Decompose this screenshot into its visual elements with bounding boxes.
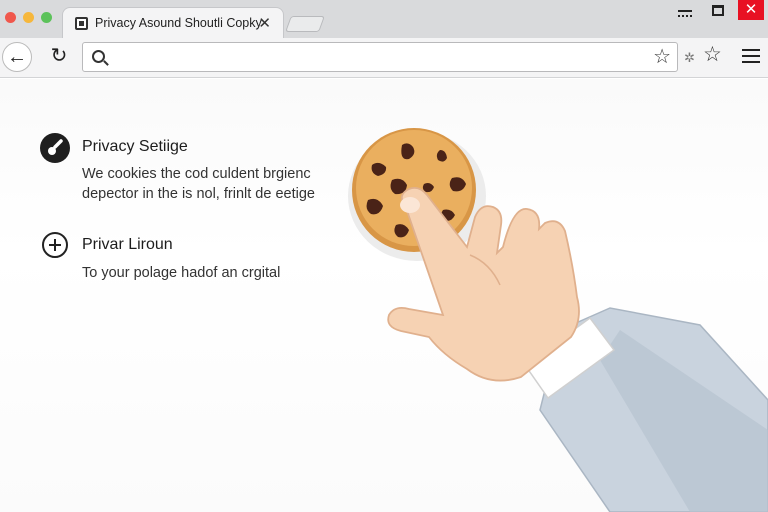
hand-illustration <box>387 186 580 382</box>
window-minimize-button[interactable] <box>676 4 694 20</box>
window-maximize-button[interactable] <box>712 5 724 16</box>
tab-title: Privacy Asound Shoutli Copky <box>95 16 262 30</box>
zoom-dot-icon[interactable] <box>41 12 52 23</box>
browser-toolbar: ← ↻ ☆ ✲ ☆ <box>0 38 768 78</box>
close-dot-icon[interactable] <box>5 12 16 23</box>
privacy-section-heading: Privar Liroun <box>82 236 173 253</box>
minimize-dot-icon[interactable] <box>23 12 34 23</box>
page-favicon-icon <box>75 17 88 30</box>
new-tab-button[interactable] <box>285 16 325 32</box>
url-input[interactable] <box>113 48 633 66</box>
browser-tab-active[interactable]: Privacy Asound Shoutli Copky ✕ <box>62 7 284 38</box>
menu-icon[interactable] <box>742 49 760 63</box>
bookmarks-star-icon[interactable]: ☆ <box>703 42 722 67</box>
plus-circle-icon[interactable] <box>42 232 68 258</box>
privacy-settings-heading: Privacy Setiige <box>82 138 188 155</box>
window-close-button[interactable]: ✕ <box>738 0 764 20</box>
extension-icon[interactable]: ✲ <box>684 50 695 66</box>
privacy-settings-text-line-1: We cookies the cod culdent brgienc <box>82 166 311 182</box>
search-icon <box>92 50 105 63</box>
cookie-hand-illustration <box>348 128 768 512</box>
key-icon <box>40 133 70 163</box>
reload-button[interactable]: ↻ <box>44 42 74 72</box>
privacy-settings-text-line-2: depector in the is nol, frinlt de eetige <box>82 186 315 202</box>
bookmark-star-icon[interactable]: ☆ <box>653 44 671 69</box>
privacy-section-text: To your polage hadof an crgital <box>82 265 281 281</box>
back-button[interactable]: ← <box>2 42 32 72</box>
title-bar: Privacy Asound Shoutli Copky ✕ ✕ <box>0 0 768 38</box>
tab-close-icon[interactable]: ✕ <box>258 14 271 32</box>
address-bar[interactable]: ☆ <box>82 42 678 72</box>
